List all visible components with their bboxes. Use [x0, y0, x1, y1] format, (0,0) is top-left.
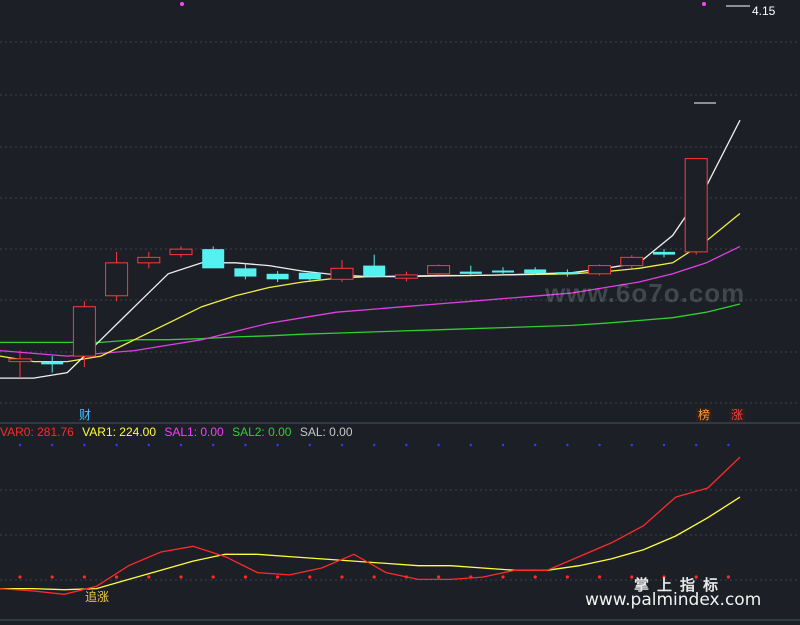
candle-body	[137, 256, 161, 264]
candle-body	[556, 272, 579, 275]
watermark-site: www.6o7o.com	[545, 278, 746, 308]
annotation-label: 追涨	[85, 589, 109, 604]
dot-blue	[179, 443, 183, 447]
candle-body	[202, 249, 225, 269]
dot-blue	[276, 443, 279, 447]
dot-blue	[437, 443, 440, 447]
candle-body	[394, 274, 418, 279]
dot-red	[179, 575, 183, 579]
candle-body	[41, 361, 64, 365]
candle-body	[8, 358, 32, 363]
dot-red	[308, 575, 312, 579]
dot-blue	[212, 443, 215, 447]
dot-blue	[340, 443, 344, 447]
candle-body	[620, 256, 644, 267]
candle-body	[653, 251, 675, 255]
dot-red	[50, 575, 54, 579]
candle-body	[492, 270, 514, 273]
dot-red	[533, 575, 537, 579]
candle-body	[330, 267, 354, 280]
legend-sal: SAL: 0.00	[299, 425, 353, 439]
dot-red	[18, 575, 22, 579]
marker-label: 榜	[698, 407, 710, 422]
candle-body	[588, 265, 612, 275]
dot-red	[501, 575, 505, 579]
dot-red	[340, 575, 344, 579]
dot-red	[469, 575, 473, 579]
dot-blue	[51, 443, 54, 447]
candle-body	[72, 306, 96, 357]
series-var1-line	[0, 496, 741, 591]
dot-blue	[727, 443, 730, 447]
candle-body	[363, 265, 386, 277]
dot-red	[82, 575, 86, 579]
dot-red	[115, 575, 119, 579]
dot-blue	[566, 443, 569, 447]
dot-red	[437, 575, 441, 579]
price-label: 4.15	[752, 4, 776, 18]
dot-blue	[373, 443, 376, 447]
dot-blue	[115, 443, 118, 447]
candle-body	[459, 271, 482, 274]
dot-blue	[501, 443, 505, 447]
legend-var0: VAR0: 281.76	[0, 425, 74, 439]
dot-red	[565, 575, 570, 579]
watermark-url: www.palmindex.com	[585, 590, 762, 610]
candle-body	[427, 265, 451, 275]
candle-body	[524, 269, 547, 274]
dot-blue	[534, 443, 537, 447]
dot-blue	[469, 443, 472, 447]
dot-red	[372, 575, 376, 579]
dot-red	[243, 575, 247, 579]
top-dot	[180, 2, 184, 6]
candle-body	[234, 268, 257, 277]
dot-red	[726, 575, 731, 579]
series-var0-line	[0, 456, 741, 595]
dot-blue	[308, 443, 311, 447]
candle-body	[684, 158, 708, 253]
marker-label: 财	[79, 408, 91, 422]
indicator-legend: VAR0: 281.76 VAR1: 224.00 SAL1: 0.00 SAL…	[0, 425, 358, 439]
dot-blue	[662, 443, 666, 447]
dot-red	[598, 575, 602, 579]
legend-sal1: SAL1: 0.00	[164, 425, 224, 439]
dot-blue	[598, 443, 601, 447]
candle-body	[105, 262, 129, 297]
marker-label: 涨	[731, 407, 743, 422]
candle-body	[298, 272, 321, 280]
dot-blue	[83, 443, 86, 447]
dot-red	[147, 575, 151, 579]
dot-red	[211, 575, 215, 579]
dot-blue	[630, 443, 633, 447]
dot-blue	[18, 443, 22, 447]
dot-red	[276, 575, 280, 579]
legend-var1: VAR1: 224.00	[82, 425, 156, 439]
dot-blue	[405, 443, 408, 447]
dot-blue	[244, 443, 247, 447]
candle-body	[169, 248, 193, 256]
candle-body	[266, 273, 289, 280]
legend-sal2: SAL2: 0.00	[232, 425, 292, 439]
dot-blue	[147, 443, 150, 447]
top-dot	[702, 2, 706, 6]
dot-red	[630, 575, 634, 579]
kline-chart: 财 榜 涨 4.15 追涨	[0, 2, 800, 621]
dot-blue	[695, 443, 698, 447]
dot-red	[404, 575, 408, 579]
